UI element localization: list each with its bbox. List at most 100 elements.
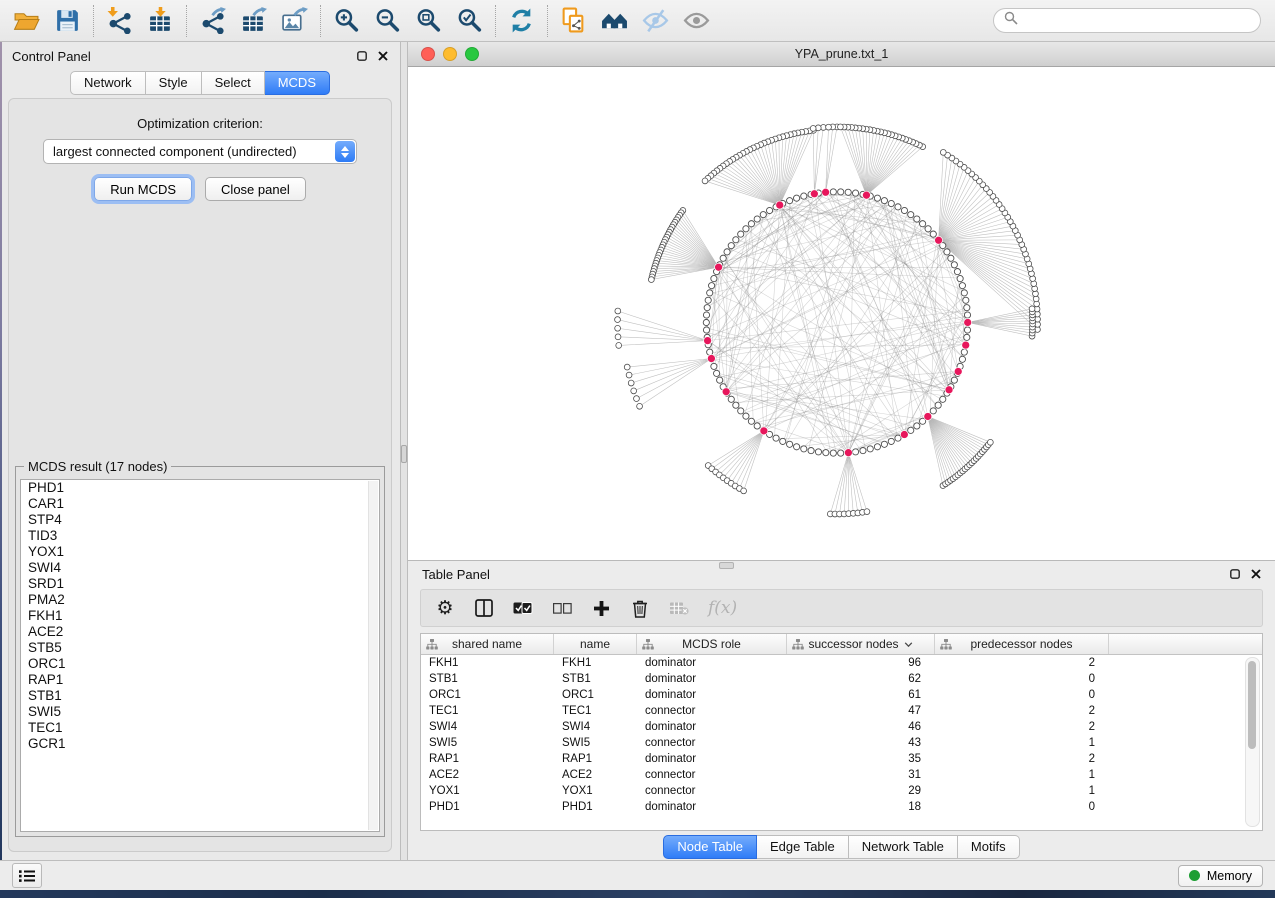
column-header-predecessor-nodes[interactable]: predecessor nodes bbox=[935, 634, 1109, 654]
tab-network-table[interactable]: Network Table bbox=[849, 835, 958, 859]
mcds-result-item[interactable]: PHD1 bbox=[21, 480, 379, 496]
table-cell: 29 bbox=[787, 785, 935, 797]
table-row[interactable]: STB1STB1dominator620 bbox=[421, 671, 1262, 687]
table-row[interactable]: YOX1YOX1connector291 bbox=[421, 783, 1262, 799]
add-column-button[interactable] bbox=[591, 600, 611, 617]
export-image-button[interactable] bbox=[274, 3, 315, 39]
settings-gear-button[interactable]: ⚙ bbox=[435, 599, 455, 618]
mcds-result-item[interactable]: GCR1 bbox=[21, 736, 379, 752]
hide-selected-button[interactable] bbox=[635, 3, 676, 39]
close-window-icon[interactable] bbox=[421, 47, 435, 61]
float-panel-icon[interactable] bbox=[357, 49, 367, 64]
column-header-MCDS-role[interactable]: MCDS role bbox=[637, 634, 787, 654]
mcds-result-item[interactable]: FKH1 bbox=[21, 608, 379, 624]
table-row[interactable]: ACE2ACE2connector311 bbox=[421, 767, 1262, 783]
delete-table-button[interactable] bbox=[669, 602, 689, 615]
network-window-titlebar[interactable]: YPA_prune.txt_1 bbox=[408, 42, 1275, 67]
table-row[interactable]: SWI5SWI5connector431 bbox=[421, 735, 1262, 751]
mcds-result-item[interactable]: STB5 bbox=[21, 640, 379, 656]
import-network-button[interactable] bbox=[99, 3, 140, 39]
table-row[interactable]: SWI4SWI4dominator462 bbox=[421, 719, 1262, 735]
tab-motifs[interactable]: Motifs bbox=[958, 835, 1020, 859]
column-header-shared-name[interactable]: shared name bbox=[421, 634, 554, 654]
mcds-result-item[interactable]: TID3 bbox=[21, 528, 379, 544]
float-table-panel-icon[interactable] bbox=[1230, 567, 1240, 582]
export-network-button[interactable] bbox=[192, 3, 233, 39]
mcds-result-item[interactable]: STP4 bbox=[21, 512, 379, 528]
column-header-successor-nodes[interactable]: successor nodes bbox=[787, 634, 935, 654]
zoom-out-button[interactable] bbox=[367, 3, 408, 39]
mcds-result-item[interactable]: SRD1 bbox=[21, 576, 379, 592]
close-table-panel-icon[interactable] bbox=[1251, 567, 1261, 582]
zoom-fit-button[interactable] bbox=[408, 3, 449, 39]
attribute-type-icon bbox=[940, 639, 952, 650]
table-scrollbar[interactable] bbox=[1245, 657, 1260, 827]
network-canvas[interactable] bbox=[408, 67, 1275, 560]
run-mcds-button[interactable]: Run MCDS bbox=[94, 177, 192, 201]
tab-network[interactable]: Network bbox=[70, 71, 146, 95]
save-session-button[interactable] bbox=[47, 3, 88, 39]
function-builder-icon: f(x) bbox=[708, 598, 737, 618]
tab-select[interactable]: Select bbox=[202, 71, 265, 95]
import-table-button[interactable] bbox=[140, 3, 181, 39]
deselect-all-button[interactable] bbox=[552, 603, 572, 614]
mcds-result-item[interactable]: SWI5 bbox=[21, 704, 379, 720]
table-row[interactable]: TEC1TEC1connector472 bbox=[421, 703, 1262, 719]
zoom-in-button[interactable] bbox=[326, 3, 367, 39]
select-all-button[interactable] bbox=[513, 602, 533, 614]
delete-column-button[interactable] bbox=[630, 599, 650, 618]
mcds-result-item[interactable]: TEC1 bbox=[21, 720, 379, 736]
column-layout-button[interactable] bbox=[474, 599, 494, 617]
memory-status-dot bbox=[1189, 870, 1200, 881]
refresh-view-button[interactable] bbox=[501, 3, 542, 39]
hide-selected-icon bbox=[642, 7, 669, 34]
close-panel-button[interactable]: Close panel bbox=[205, 177, 306, 201]
tab-mcds[interactable]: MCDS bbox=[265, 71, 330, 95]
table-row[interactable]: PHD1PHD1dominator180 bbox=[421, 799, 1262, 815]
table-row[interactable]: ORC1ORC1dominator610 bbox=[421, 687, 1262, 703]
column-label: predecessor nodes bbox=[970, 637, 1072, 651]
memory-button[interactable]: Memory bbox=[1178, 865, 1263, 887]
splitter-handle[interactable] bbox=[401, 445, 407, 463]
show-all-button[interactable] bbox=[676, 3, 717, 39]
zoom-selected-button[interactable] bbox=[449, 3, 490, 39]
close-panel-icon[interactable] bbox=[378, 49, 388, 64]
open-session-button[interactable] bbox=[6, 3, 47, 39]
table-cell: ORC1 bbox=[554, 689, 637, 701]
mcds-result-item[interactable]: STB1 bbox=[21, 688, 379, 704]
vertical-splitter[interactable] bbox=[400, 42, 408, 860]
mcds-result-item[interactable]: SWI4 bbox=[21, 560, 379, 576]
mcds-result-item[interactable]: CAR1 bbox=[21, 496, 379, 512]
mcds-result-item[interactable]: PMA2 bbox=[21, 592, 379, 608]
tab-style[interactable]: Style bbox=[146, 71, 202, 95]
minimize-window-icon[interactable] bbox=[443, 47, 457, 61]
mcds-result-item[interactable]: RAP1 bbox=[21, 672, 379, 688]
task-history-button[interactable] bbox=[12, 863, 42, 888]
table-scrollbar-thumb[interactable] bbox=[1248, 661, 1256, 749]
mcds-result-item[interactable]: YOX1 bbox=[21, 544, 379, 560]
column-header-name[interactable]: name bbox=[554, 634, 637, 654]
duplicate-network-button[interactable] bbox=[553, 3, 594, 39]
mcds-result-item[interactable]: ORC1 bbox=[21, 656, 379, 672]
table-cell: 1 bbox=[935, 737, 1109, 749]
table-panel: Table Panel ⚙f(x) shared namenameMCDS ro… bbox=[408, 560, 1275, 860]
table-cell: 47 bbox=[787, 705, 935, 717]
table-panel-tabs: Node TableEdge TableNetwork TableMotifs bbox=[408, 835, 1275, 859]
table-cell: FKH1 bbox=[421, 657, 554, 669]
mcds-result-list[interactable]: PHD1CAR1STP4TID3YOX1SWI4SRD1PMA2FKH1ACE2… bbox=[20, 479, 380, 832]
table-row[interactable]: RAP1RAP1dominator352 bbox=[421, 751, 1262, 767]
tab-node-table[interactable]: Node Table bbox=[663, 835, 757, 859]
export-table-button[interactable] bbox=[233, 3, 274, 39]
first-neighbors-button[interactable] bbox=[594, 3, 635, 39]
criterion-select[interactable]: largest connected component (undirected) bbox=[43, 139, 357, 164]
mcds-result-item[interactable]: ACE2 bbox=[21, 624, 379, 640]
search-box[interactable] bbox=[993, 8, 1261, 33]
tab-edge-table[interactable]: Edge Table bbox=[757, 835, 849, 859]
zoom-window-icon[interactable] bbox=[465, 47, 479, 61]
table-row[interactable]: FKH1FKH1dominator962 bbox=[421, 655, 1262, 671]
horizontal-splitter-handle[interactable] bbox=[719, 562, 734, 569]
search-input[interactable] bbox=[1024, 12, 1250, 29]
function-builder-button[interactable]: f(x) bbox=[708, 598, 737, 618]
mcds-list-scrollbar[interactable] bbox=[368, 481, 378, 830]
network-view-window: YPA_prune.txt_1 bbox=[408, 42, 1275, 560]
